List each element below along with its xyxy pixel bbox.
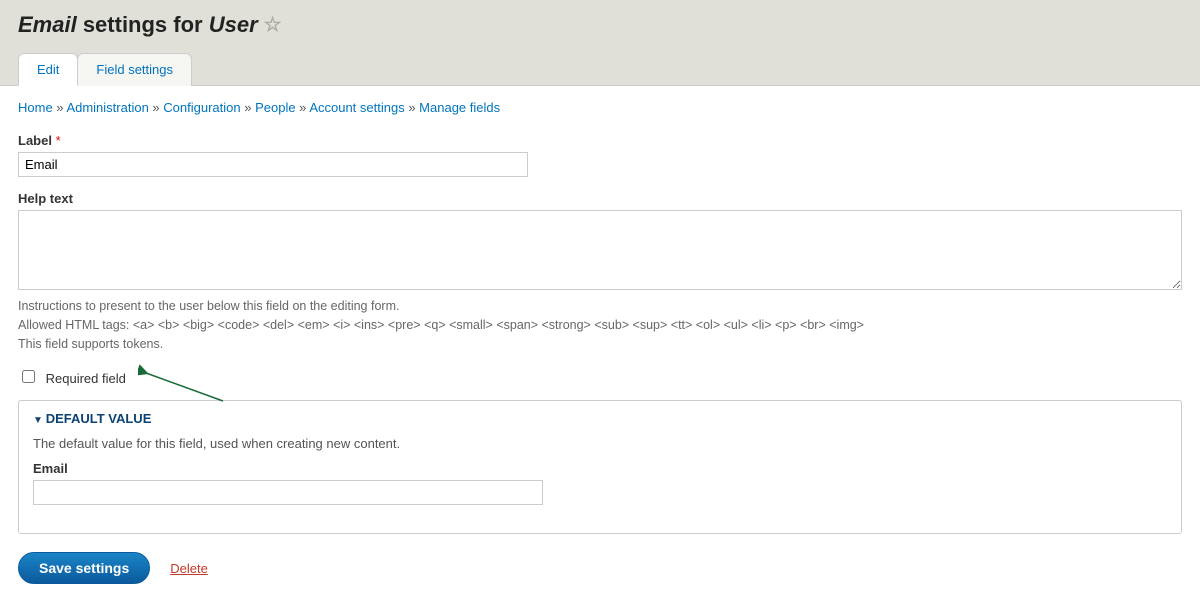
help-text-textarea[interactable] [18,210,1182,290]
breadcrumb-home[interactable]: Home [18,100,53,115]
breadcrumb-people[interactable]: People [255,100,295,115]
delete-link[interactable]: Delete [170,561,208,576]
title-suffix: User [209,12,258,37]
tab-field-settings[interactable]: Field settings [77,53,192,86]
default-value-summary[interactable]: Default value [19,401,1181,436]
breadcrumb-configuration[interactable]: Configuration [163,100,240,115]
default-value-input[interactable] [33,480,543,505]
breadcrumb-administration[interactable]: Administration [66,100,148,115]
breadcrumb: Home » Administration » Configuration » … [18,100,1182,115]
help-text-label: Help text [18,191,1182,206]
page-title: Email settings for User ☆ [18,12,1182,38]
help-text-description: Instructions to present to the user belo… [18,297,1182,353]
title-prefix: Email [18,12,77,37]
breadcrumb-account-settings[interactable]: Account settings [309,100,404,115]
tab-edit[interactable]: Edit [18,53,78,86]
form-actions: Save settings Delete [18,552,1182,584]
breadcrumb-manage-fields[interactable]: Manage fields [419,100,500,115]
help-text-wrapper: Help text Instructions to present to the… [18,191,1182,353]
required-field-wrapper: Required field [18,367,1182,386]
annotation-arrow-icon [138,361,228,405]
primary-tabs: Edit Field settings [18,53,1182,86]
required-field-label: Required field [46,371,126,386]
default-value-description: The default value for this field, used w… [33,436,1167,451]
favorite-star-icon[interactable]: ☆ [264,15,282,35]
required-asterisk-icon: * [56,133,61,148]
label-field-label: Label * [18,133,1182,148]
default-value-field-label: Email [33,461,1167,476]
default-value-fieldset: Default value The default value for this… [18,400,1182,534]
title-mid: settings for [77,12,209,37]
label-input[interactable] [18,152,528,177]
save-settings-button[interactable]: Save settings [18,552,150,584]
label-field-wrapper: Label * [18,133,1182,177]
required-field-checkbox[interactable] [22,370,35,383]
